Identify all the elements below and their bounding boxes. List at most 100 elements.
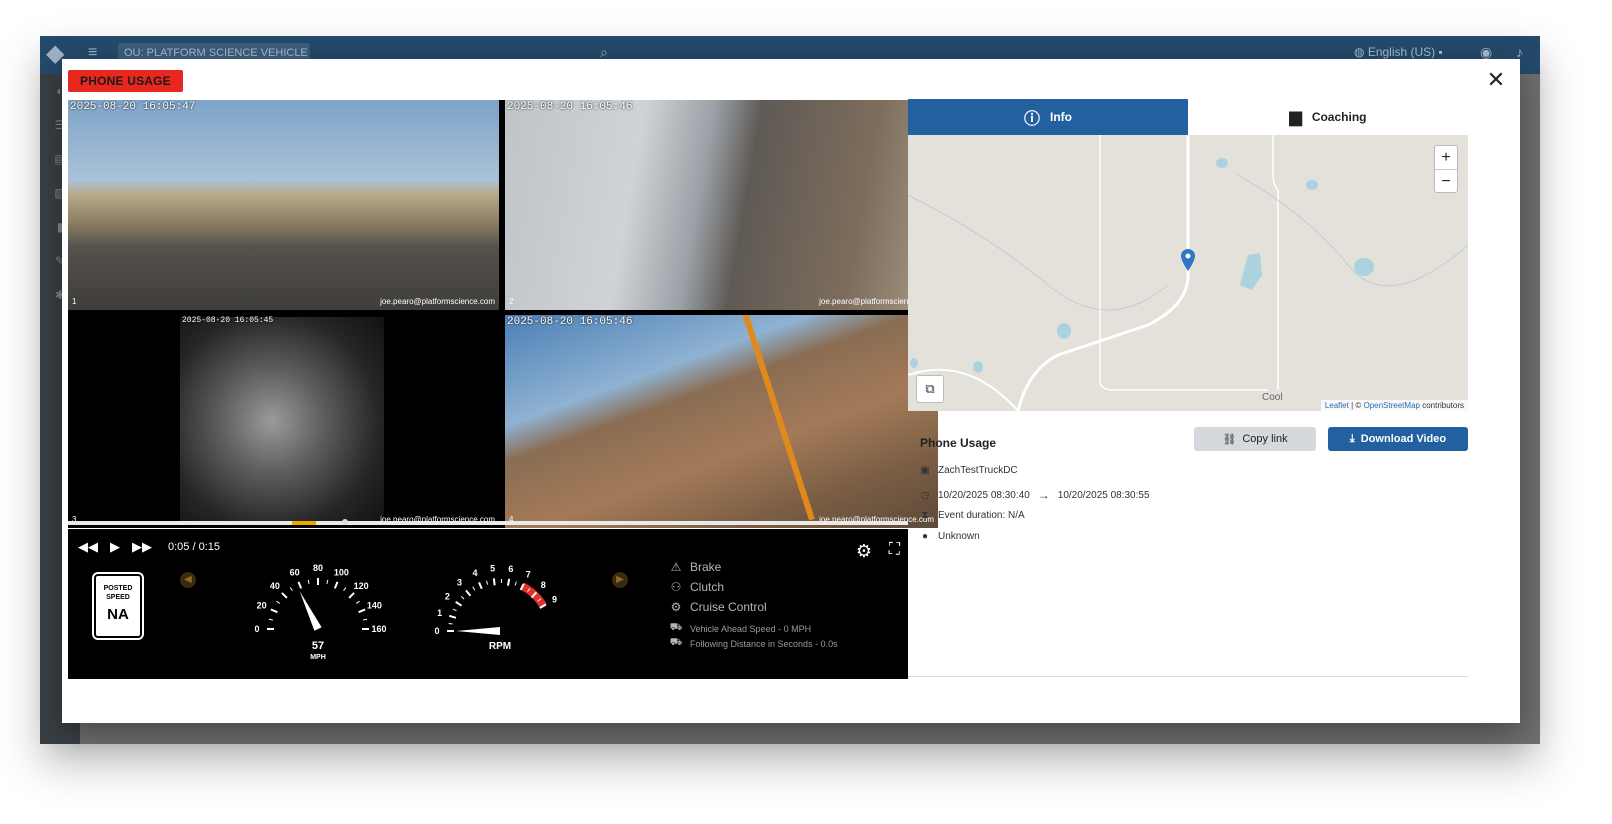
gauge-minor-tick [486,580,489,585]
driver-name: Unknown [938,531,980,542]
time-range-row: ◷ 10/20/2025 08:30:40 → 10/20/2025 08:30… [920,488,1150,502]
gauge-minor-tick [326,579,329,584]
arrow-right-icon: → [1037,488,1050,502]
gauge-tick-label: 5 [490,563,495,573]
indicator-brake: ⚠ Brake [668,557,838,577]
settings-gear-icon[interactable]: ⚙ [856,541,872,562]
event-title: Phone Usage [920,436,997,450]
camera-number: 2 [509,297,514,306]
gauge-tick [297,581,303,589]
bell-icon[interactable]: ♪ [1516,44,1523,60]
video-grid[interactable]: 2025-08-20 16:05:47 1 joe.pearo@platform… [68,100,938,528]
zoom-out-button[interactable]: − [1435,169,1457,192]
event-duration: Event duration: N/A [938,510,1025,521]
camera-timestamp: 2025-08-20 16:05:45 [182,316,274,325]
map-zoom-controls: + − [1434,145,1458,193]
link-icon: ⛓ [1222,433,1237,446]
tachometer: 0 1 2 3 4 5 6 7 8 9 RPM [428,557,578,675]
tab-coaching[interactable]: ▆ Coaching [1188,99,1468,135]
driver-row: ● Unknown [920,531,980,542]
gauge-tick-label: 6 [508,564,513,574]
event-modal: PHONE USAGE ✕ 2025-08-20 16:05:47 1 joe.… [62,59,1520,723]
speedometer: 0 20 40 60 80 100 120 140 160 57 MPH [238,557,398,675]
zoom-in-button[interactable]: + [1435,146,1457,169]
download-video-button[interactable]: ⤓ Download Video [1328,427,1468,451]
timeline-scrubber[interactable] [342,519,349,525]
gauge-tick [333,581,339,589]
globe-icon: ◍ [1354,45,1368,59]
gauge-tick-label: 8 [541,580,546,590]
previous-arrow-icon[interactable]: ◀ [180,572,196,588]
open-external-map-icon[interactable]: ⧉ [916,375,944,403]
driver-indicators: ⚠ Brake ⚇ Clutch ⚙ Cruise Control ⛟ Vehi… [668,557,838,651]
telemetry-panel: ◀◀ ▶ ▶▶ 0:05 / 0:15 ⚙ ⛶ POSTED SPEED NA … [68,529,908,679]
gauge-tick-label: 120 [354,581,369,591]
road-line-decoration [741,315,815,521]
fullscreen-icon[interactable]: ⛶ [889,541,900,559]
gauge-tick-label: 2 [445,591,450,601]
gauge-minor-tick [289,587,293,592]
gauge-minor-tick [276,600,281,604]
gauge-tick-label: 140 [367,601,382,611]
location-pin-icon[interactable] [1181,249,1195,271]
camera-email: joe.pearo@platformscience.com [380,297,495,306]
chat-icon: ▆ [1289,109,1302,126]
playback-timeline[interactable] [68,519,908,525]
event-segment [292,521,316,525]
gauge-tick-label: 4 [473,568,478,578]
gauge-tick-label: 7 [526,570,531,580]
gauge-minor-tick [452,608,457,612]
gauge-tick [348,592,355,599]
person-icon: ● [921,531,929,542]
indicator-clutch: ⚇ Clutch [668,577,838,597]
next-arrow-icon[interactable]: ▶ [612,572,628,588]
event-map[interactable]: + − ⧉ Cool Leaflet | © OpenStreetMap con… [908,135,1468,411]
playback-controls: ◀◀ ▶ ▶▶ 0:05 / 0:15 [78,539,220,555]
gauge-tick [492,578,496,586]
gauge-tick-label: 100 [334,568,349,578]
gauge-minor-tick [514,581,517,586]
camera-feed-1[interactable]: 2025-08-20 16:05:47 1 joe.pearo@platform… [68,100,499,310]
language-selector[interactable]: ◍ English (US) ▪ [1354,45,1443,59]
map-town-label: Cool [1262,392,1283,403]
gauge-tick-label: 80 [313,563,323,573]
posted-speed-label: POSTED SPEED [103,585,133,601]
gauge-tick-label: 40 [270,581,280,591]
speedometer-dial: 0 2040 60 80 100 120 140 160 57 MPH [254,563,386,661]
leaflet-link[interactable]: Leaflet [1325,401,1349,410]
gauge-tick-label: 3 [457,578,462,588]
gauge-tick [358,608,366,614]
camera-feed-3[interactable]: 2025-08-20 16:05:45 3 joe.pearo@platform… [68,315,499,528]
car-distance-icon: ⛟ [669,637,683,648]
gauge-tick [478,581,483,590]
indicator-cruise-control: ⚙ Cruise Control [668,597,838,617]
play-icon[interactable]: ▶ [110,539,120,555]
gauge-minor-tick [268,618,273,621]
duration-row: ⧗ Event duration: N/A [920,510,1025,521]
tab-info[interactable]: ⓘ Info [908,99,1188,135]
close-icon[interactable]: ✕ [1484,68,1508,92]
gauge-needle [456,627,500,635]
gauge-tick-label: 9 [552,595,557,605]
gauge-tick [465,589,472,597]
truck-icon: ▣ [920,465,930,476]
gauge-unit: MPH [310,654,326,661]
vehicle-ahead-speed: ⛟ Vehicle Ahead Speed - 0 MPH [669,622,812,634]
rewind-icon[interactable]: ◀◀ [78,539,98,555]
start-time: 10/20/2025 08:30:40 [938,489,1030,501]
osm-link[interactable]: OpenStreetMap [1363,401,1419,410]
camera-feed-2[interactable]: 2025-08-20 16:05:46 2 joe.pearo@platform… [505,100,938,310]
fast-forward-icon[interactable]: ▶▶ [132,539,152,555]
gauge-tick [455,601,463,607]
gauge-minor-tick [472,586,476,591]
camera-feed-4[interactable]: 2025-08-20 16:05:46 4 joe.pearo@platform… [505,315,938,528]
camera-timestamp: 2025-08-20 16:05:46 [507,101,633,113]
gauge-minor-tick [355,600,360,604]
map-tiles [908,135,1468,411]
copy-link-button[interactable]: ⛓ Copy link [1194,427,1316,451]
gauge-minor-tick [460,596,465,600]
tachometer-dial: 0 123 4 5 6 789 RPM [434,563,557,652]
gauge-tick-label: 60 [290,568,300,578]
gauge-value: 57 [312,640,324,652]
gauge-tick [270,608,278,614]
